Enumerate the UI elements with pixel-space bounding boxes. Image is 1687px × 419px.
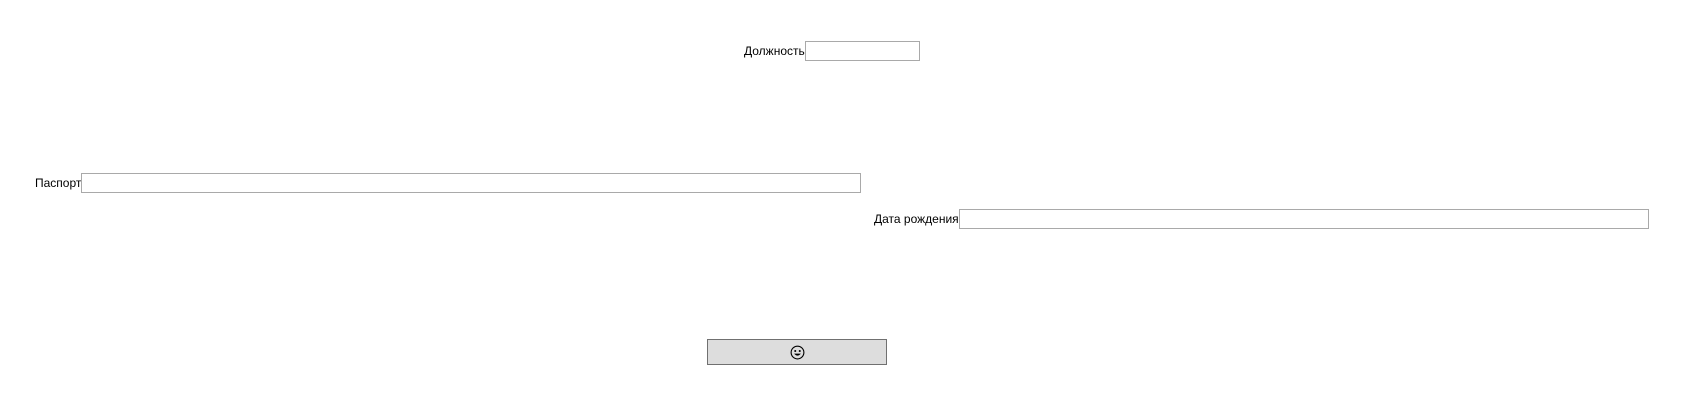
emoji-face-icon [790,345,805,360]
employee-form: Должность Паспорт Дата рождения [0,0,1687,419]
passport-input[interactable] [81,173,862,193]
submit-button[interactable] [707,339,887,365]
birthdate-field-row: Дата рождения [874,209,1649,229]
birthdate-label: Дата рождения [874,212,959,226]
birthdate-input[interactable] [958,209,1649,229]
passport-field-row: Паспорт [35,173,862,193]
passport-label: Паспорт [35,176,82,190]
position-input[interactable] [804,41,920,61]
position-label: Должность [744,44,805,58]
position-field-row: Должность [744,41,920,61]
